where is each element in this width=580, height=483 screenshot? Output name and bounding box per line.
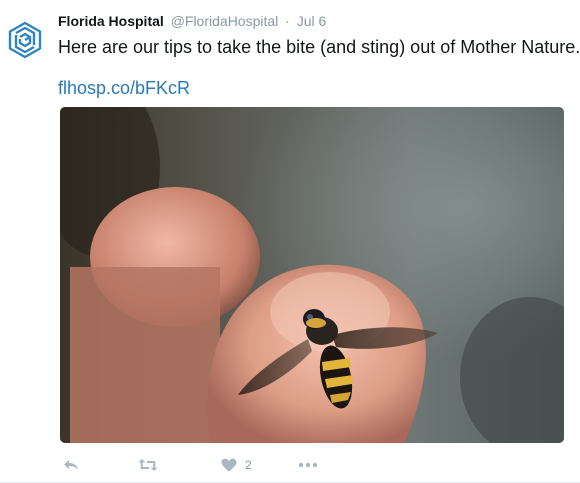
heart-icon	[221, 458, 237, 472]
tweet-header: Florida Hospital @FloridaHospital · Jul …	[58, 13, 326, 29]
ellipsis-icon	[298, 462, 318, 468]
separator: ·	[285, 13, 290, 29]
retweet-button[interactable]	[138, 454, 158, 476]
tweet: Florida Hospital @FloridaHospital · Jul …	[0, 0, 580, 483]
tweet-link[interactable]: flhosp.co/bFKcR	[58, 77, 190, 99]
like-count: 2	[245, 458, 252, 472]
tweet-photo[interactable]	[60, 107, 564, 443]
tweet-text: Here are our tips to take the bite (and …	[58, 37, 580, 57]
reply-icon	[64, 460, 78, 470]
like-button[interactable]: 2	[221, 454, 252, 476]
retweet-icon	[138, 459, 158, 471]
reply-button[interactable]	[63, 454, 79, 476]
avatar[interactable]	[5, 20, 45, 60]
author-handle[interactable]: @FloridaHospital	[171, 13, 279, 29]
more-button[interactable]	[298, 454, 318, 476]
hoverfly-photo	[60, 107, 564, 443]
tweet-date[interactable]: Jul 6	[297, 13, 327, 29]
florida-hospital-logo-icon	[8, 21, 42, 59]
author-name[interactable]: Florida Hospital	[58, 13, 164, 29]
tweet-actions: 2	[58, 454, 358, 476]
